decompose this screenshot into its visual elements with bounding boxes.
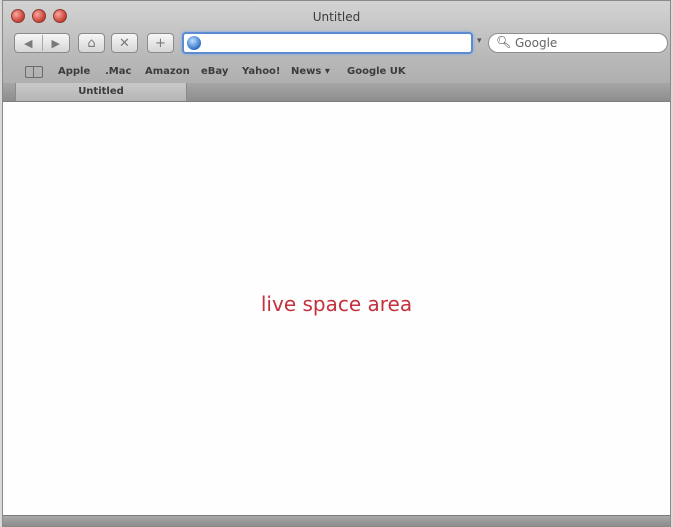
title-bar[interactable]: Untitled [3, 1, 670, 29]
address-menu-icon[interactable]: ▾ [477, 36, 482, 46]
search-icon[interactable]: 🔍︎ [496, 35, 511, 49]
home-button[interactable]: ⌂ [78, 33, 105, 53]
bookmarks-book-icon[interactable] [25, 66, 43, 78]
tab-untitled[interactable]: Untitled [15, 83, 187, 101]
forward-arrow-icon[interactable]: ▶ [43, 37, 70, 50]
window-title: Untitled [312, 10, 361, 24]
page-content-area: live space area [3, 102, 670, 516]
browser-chrome: Untitled ◀ ▶ ⌂ ✕ + ▾ 🔍︎ Google Apple .Ma… [3, 1, 670, 102]
home-icon: ⌂ [87, 35, 96, 51]
bookmark-yahoo[interactable]: Yahoo! [242, 66, 281, 77]
stop-button[interactable]: ✕ [111, 33, 138, 53]
search-placeholder: Google [515, 36, 558, 50]
bookmark-ebay[interactable]: eBay [201, 66, 228, 77]
content-label: live space area [260, 292, 413, 316]
address-bar[interactable] [182, 32, 473, 54]
status-bar [3, 515, 670, 526]
back-forward-buttons: ◀ ▶ [14, 33, 70, 53]
bookmark-amazon[interactable]: Amazon [145, 66, 190, 77]
bookmarks-bar: Apple .Mac Amazon eBay Yahoo! News ▾ Goo… [3, 61, 670, 83]
search-field[interactable]: 🔍︎ Google [488, 33, 668, 53]
toolbar: ◀ ▶ ⌂ ✕ + ▾ 🔍︎ Google [3, 29, 670, 61]
back-arrow-icon[interactable]: ◀ [15, 37, 42, 50]
stop-icon: ✕ [119, 35, 130, 51]
bookmark-google-uk[interactable]: Google UK [347, 66, 406, 77]
add-icon: + [155, 35, 166, 51]
bookmark-apple[interactable]: Apple [58, 66, 90, 77]
bookmark-mac[interactable]: .Mac [105, 66, 131, 77]
bookmark-news[interactable]: News ▾ [291, 66, 330, 77]
globe-icon [187, 36, 201, 50]
browser-window: Untitled ◀ ▶ ⌂ ✕ + ▾ 🔍︎ Google Apple .Ma… [2, 0, 671, 527]
tab-bar: Untitled [3, 83, 670, 101]
add-bookmark-button[interactable]: + [147, 33, 174, 53]
